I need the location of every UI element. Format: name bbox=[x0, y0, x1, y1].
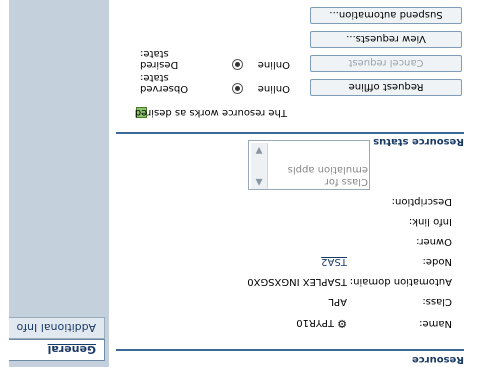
suspend-automation-button[interactable]: Suspend automation... bbox=[310, 7, 462, 24]
nav-general[interactable]: General bbox=[9, 339, 105, 361]
scroll-up-icon[interactable]: ▲ bbox=[251, 175, 267, 189]
owner-label: Owner: bbox=[416, 236, 452, 247]
class-value: APL bbox=[328, 296, 347, 307]
nav-additional-info[interactable]: Additional Info bbox=[9, 317, 105, 339]
status-section-divider bbox=[116, 132, 464, 134]
description-scrollbar[interactable]: ▲ ▼ bbox=[251, 143, 268, 189]
observed-state-label: Observed state: bbox=[140, 72, 189, 94]
status-section-title: Resource status bbox=[373, 136, 464, 147]
request-offline-button[interactable]: Request offline bbox=[310, 79, 462, 96]
name-text: TPYR10 bbox=[296, 317, 334, 328]
sidebar bbox=[0, 0, 109, 367]
automation-domain-value: TSAPLEX INGXSGX0 bbox=[247, 276, 347, 287]
desired-state-value: Online bbox=[257, 59, 290, 70]
node-label: Node: bbox=[422, 256, 452, 267]
name-label: Name: bbox=[419, 318, 452, 329]
gear-icon: ⚙ bbox=[337, 317, 347, 330]
automation-domain-label: Automation domain: bbox=[349, 276, 452, 287]
resource-section-title: Resource bbox=[411, 354, 464, 365]
observed-state-radio bbox=[232, 83, 243, 94]
window-edge bbox=[0, 0, 9, 367]
desired-state-label: Desired state: bbox=[140, 48, 179, 70]
scroll-down-icon[interactable]: ▼ bbox=[251, 143, 267, 157]
node-link[interactable]: TSA2 bbox=[321, 256, 347, 267]
desired-state-radio bbox=[232, 59, 243, 70]
cancel-request-button[interactable]: Cancel request bbox=[310, 55, 462, 72]
info-link-label: Info link: bbox=[408, 216, 452, 227]
description-label: Description: bbox=[391, 196, 452, 207]
observed-state-value: Online bbox=[257, 83, 290, 94]
class-label: Class: bbox=[422, 296, 452, 307]
status-works-text: The resource works as desired bbox=[134, 107, 287, 118]
resource-section-divider bbox=[116, 349, 464, 351]
name-value: ⚙ TPYR10 bbox=[296, 317, 347, 330]
view-requests-button[interactable]: View requests... bbox=[310, 31, 462, 48]
description-text: Class for emulation appls bbox=[287, 164, 368, 187]
